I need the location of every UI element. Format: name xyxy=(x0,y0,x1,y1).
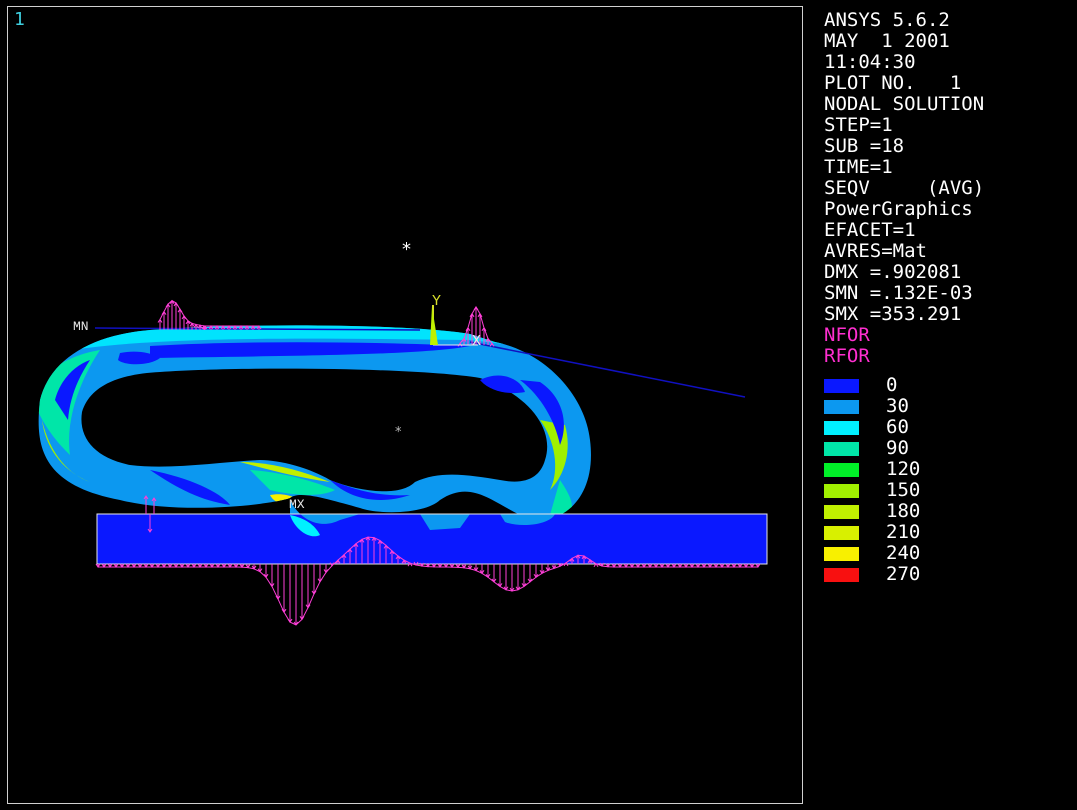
legend-swatch xyxy=(824,379,859,393)
axis-y-label: Y xyxy=(432,293,441,310)
max-marker: MX xyxy=(289,497,305,512)
focus-point-mark: * xyxy=(402,239,411,260)
legend-swatch xyxy=(824,526,859,540)
legend-swatch xyxy=(824,505,859,519)
legend-value: 90 xyxy=(886,437,909,459)
force-label-rfor: RFOR xyxy=(824,345,870,367)
info-line: MAY 1 2001 xyxy=(824,30,950,52)
info-line: DMX =.902081 xyxy=(824,261,962,283)
legend-value: 30 xyxy=(886,395,909,417)
info-line: SEQV (AVG) xyxy=(824,177,985,199)
info-line: EFACET=1 xyxy=(824,219,916,241)
legend-swatch xyxy=(824,442,859,456)
plot-info-panel: ANSYS 5.6.2 MAY 1 2001 11:04:30 PLOT NO.… xyxy=(824,10,984,367)
info-line: STEP=1 xyxy=(824,114,893,136)
legend-swatch xyxy=(824,484,859,498)
info-line: SMN =.132E-03 xyxy=(824,282,973,304)
info-line: ANSYS 5.6.2 xyxy=(824,9,950,31)
info-line: SUB =18 xyxy=(824,135,905,157)
legend-value: 150 xyxy=(886,479,921,501)
legend-swatch xyxy=(824,547,859,561)
info-line: 11:04:30 xyxy=(824,51,916,73)
axis-x-label: X xyxy=(472,333,481,350)
info-line: NODAL SOLUTION xyxy=(824,93,985,115)
info-line: TIME=1 xyxy=(824,156,893,178)
info-line: PowerGraphics xyxy=(824,198,973,220)
force-label-nfor: NFOR xyxy=(824,324,870,346)
legend-value: 270 xyxy=(886,563,921,585)
legend-value: 210 xyxy=(886,521,921,543)
legend-value: 120 xyxy=(886,458,921,480)
legend-swatch xyxy=(824,400,859,414)
legend-value: 0 xyxy=(886,374,898,396)
legend-value: 180 xyxy=(886,500,921,522)
info-line: PLOT NO. 1 xyxy=(824,72,962,94)
legend-swatch xyxy=(824,568,859,582)
center-mark: * xyxy=(395,425,402,440)
legend-value: 60 xyxy=(886,416,909,438)
info-line: SMX =353.291 xyxy=(824,303,962,325)
legend-swatch xyxy=(824,421,859,435)
min-marker: MN xyxy=(73,319,89,334)
legend-value: 240 xyxy=(886,542,921,564)
info-line: AVRES=Mat xyxy=(824,240,927,262)
force-envelope xyxy=(159,300,205,327)
legend-swatch xyxy=(824,463,859,477)
